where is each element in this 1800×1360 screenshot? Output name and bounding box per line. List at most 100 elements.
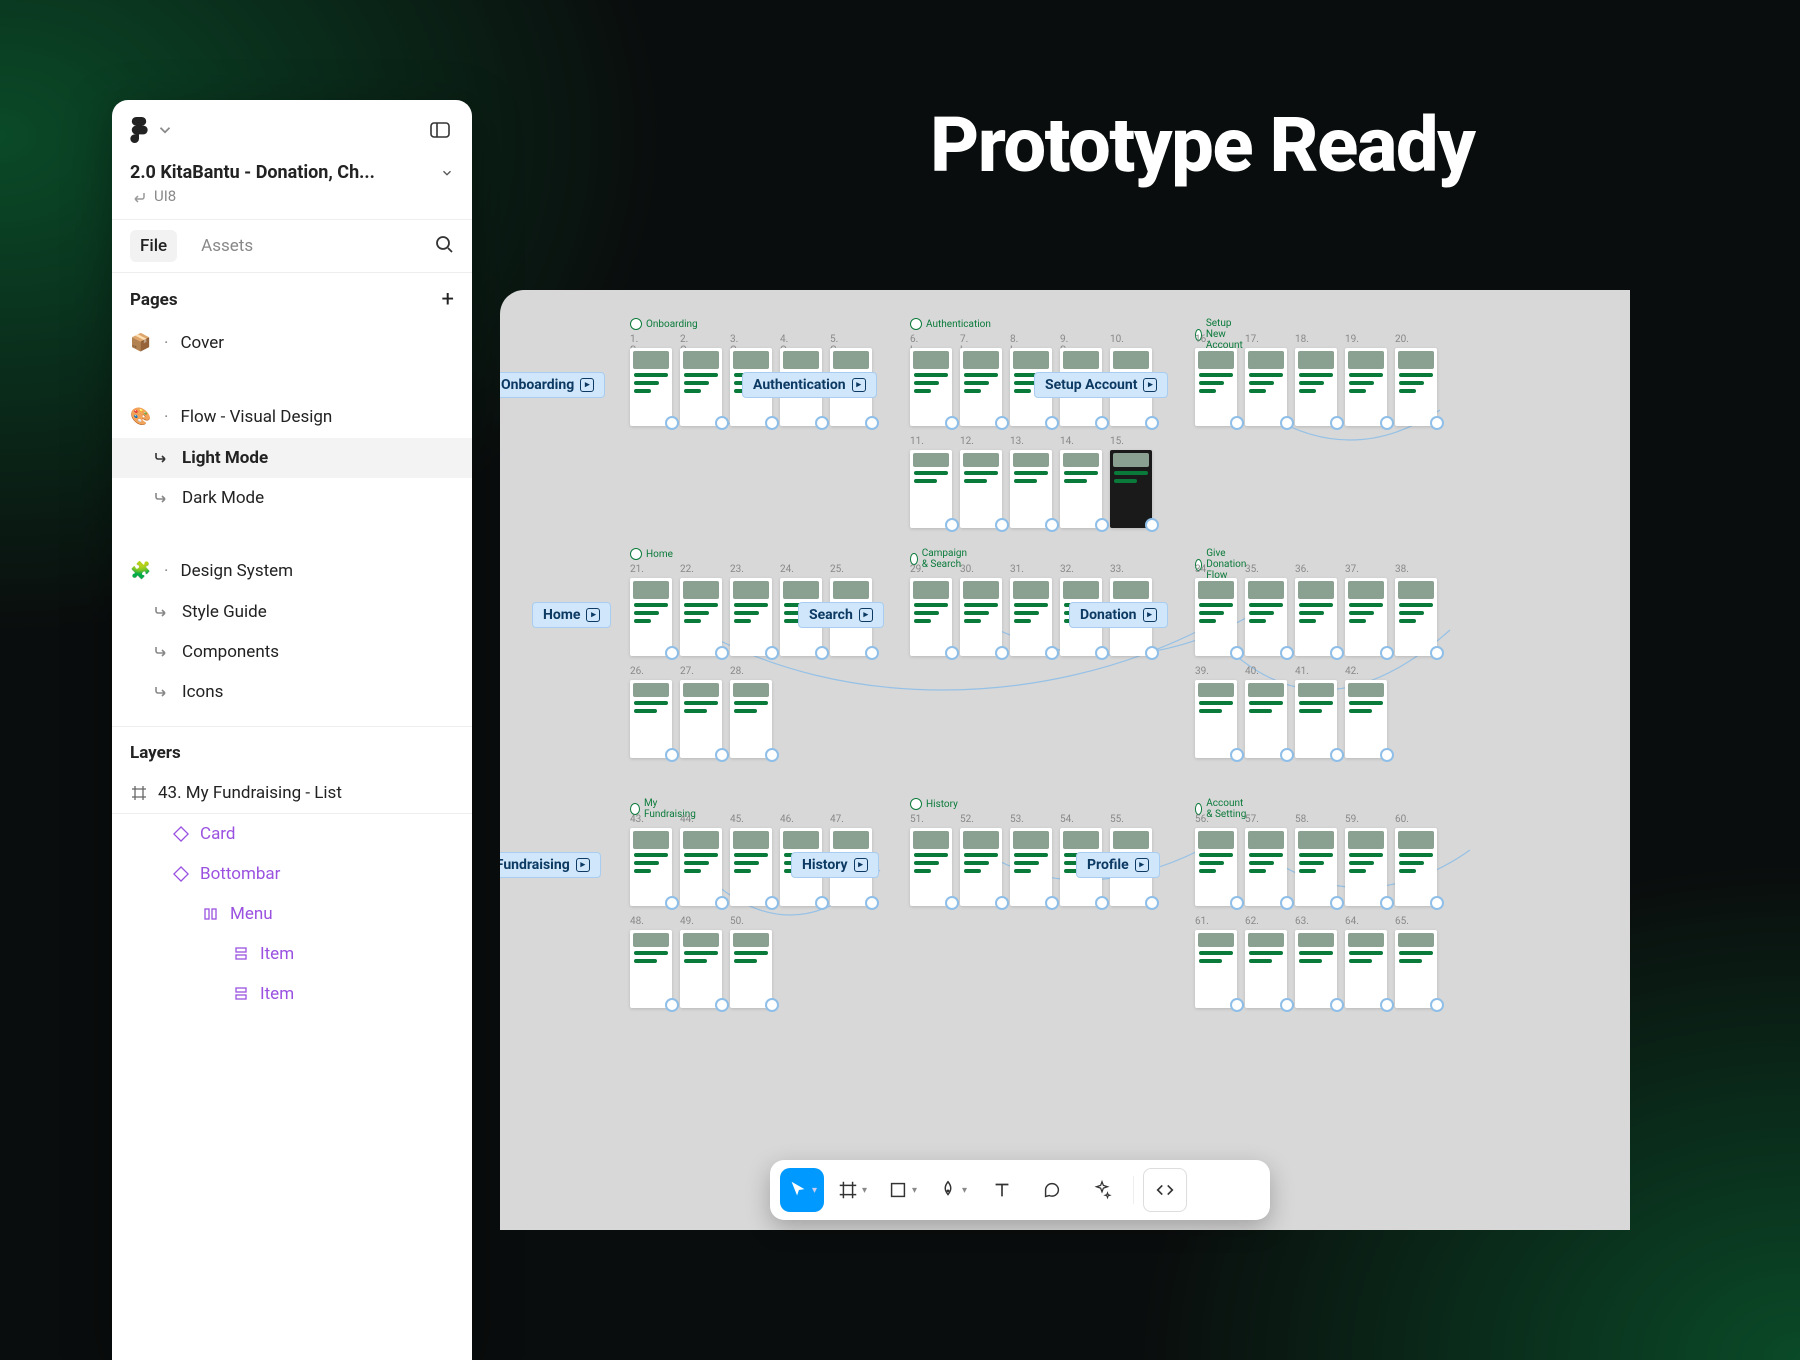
prototype-connector[interactable] bbox=[765, 416, 779, 430]
screen-thumbnail[interactable] bbox=[630, 348, 672, 426]
screen-thumbnail[interactable] bbox=[1295, 578, 1337, 656]
tool-pen[interactable]: ▾ bbox=[930, 1168, 974, 1212]
tool-move[interactable]: ▾ bbox=[780, 1168, 824, 1212]
prototype-connector[interactable] bbox=[1145, 518, 1159, 532]
tool-frame[interactable]: ▾ bbox=[830, 1168, 874, 1212]
screen-thumbnail[interactable] bbox=[630, 828, 672, 906]
tool-actions[interactable] bbox=[1080, 1168, 1124, 1212]
prototype-connector[interactable] bbox=[765, 748, 779, 762]
screen-thumbnail[interactable] bbox=[730, 930, 772, 1008]
prototype-connector[interactable] bbox=[1430, 998, 1444, 1012]
screen-thumbnail[interactable] bbox=[1195, 930, 1237, 1008]
screen-thumbnail[interactable] bbox=[630, 578, 672, 656]
screen-thumbnail[interactable] bbox=[1345, 348, 1387, 426]
tab-assets[interactable]: Assets bbox=[191, 230, 263, 262]
prototype-connector[interactable] bbox=[1045, 896, 1059, 910]
prototype-connector[interactable] bbox=[1045, 646, 1059, 660]
prototype-connector[interactable] bbox=[1230, 748, 1244, 762]
screen-thumbnail[interactable] bbox=[1345, 828, 1387, 906]
prototype-connector[interactable] bbox=[1280, 646, 1294, 660]
prototype-connector[interactable] bbox=[865, 646, 879, 660]
prototype-connector[interactable] bbox=[815, 896, 829, 910]
layer-menu[interactable]: Menu bbox=[112, 894, 472, 934]
screen-thumbnail[interactable] bbox=[1395, 578, 1437, 656]
page-style-guide[interactable]: Style Guide bbox=[112, 592, 472, 632]
page-cover[interactable]: 📦 · Cover bbox=[112, 322, 472, 364]
layer-frame[interactable]: 43. My Fundraising - List bbox=[112, 773, 472, 813]
page-components[interactable]: Components bbox=[112, 632, 472, 672]
prototype-connector[interactable] bbox=[995, 416, 1009, 430]
screen-thumbnail[interactable] bbox=[730, 828, 772, 906]
screen-thumbnail[interactable] bbox=[960, 450, 1002, 528]
layer-item-2[interactable]: Item bbox=[112, 974, 472, 1014]
screen-thumbnail[interactable] bbox=[1195, 348, 1237, 426]
prototype-connector[interactable] bbox=[715, 896, 729, 910]
screen-thumbnail[interactable] bbox=[960, 348, 1002, 426]
layer-card[interactable]: Card bbox=[112, 814, 472, 854]
flow-start-label[interactable]: Authentication▸ bbox=[742, 372, 877, 398]
screen-thumbnail[interactable] bbox=[1345, 680, 1387, 758]
screen-thumbnail[interactable] bbox=[1345, 578, 1387, 656]
screen-thumbnail[interactable] bbox=[680, 348, 722, 426]
screen-thumbnail[interactable] bbox=[1295, 348, 1337, 426]
tool-shape[interactable]: ▾ bbox=[880, 1168, 924, 1212]
prototype-connector[interactable] bbox=[665, 896, 679, 910]
prototype-connector[interactable] bbox=[815, 646, 829, 660]
prototype-connector[interactable] bbox=[945, 518, 959, 532]
flow-start-label[interactable]: Onboarding▸ bbox=[500, 372, 605, 398]
prototype-connector[interactable] bbox=[1095, 896, 1109, 910]
sidebar-toggle-button[interactable] bbox=[426, 116, 454, 144]
prototype-connector[interactable] bbox=[715, 416, 729, 430]
screen-thumbnail[interactable] bbox=[1245, 578, 1287, 656]
prototype-connector[interactable] bbox=[1380, 748, 1394, 762]
add-page-button[interactable]: + bbox=[442, 287, 454, 312]
screen-thumbnail[interactable] bbox=[680, 680, 722, 758]
prototype-connector[interactable] bbox=[1145, 646, 1159, 660]
screen-thumbnail[interactable] bbox=[1245, 680, 1287, 758]
screen-thumbnail[interactable] bbox=[1395, 930, 1437, 1008]
prototype-connector[interactable] bbox=[665, 646, 679, 660]
prototype-connector[interactable] bbox=[1095, 518, 1109, 532]
page-design-system[interactable]: 🧩 · Design System bbox=[112, 550, 472, 592]
screen-thumbnail[interactable] bbox=[1395, 348, 1437, 426]
screen-thumbnail[interactable] bbox=[1295, 930, 1337, 1008]
prototype-connector[interactable] bbox=[945, 646, 959, 660]
prototype-connector[interactable] bbox=[1230, 998, 1244, 1012]
flow-start-label[interactable]: Donation▸ bbox=[1069, 602, 1168, 628]
prototype-connector[interactable] bbox=[945, 416, 959, 430]
screen-thumbnail[interactable] bbox=[630, 680, 672, 758]
prototype-connector[interactable] bbox=[1380, 416, 1394, 430]
screen-thumbnail[interactable] bbox=[1010, 578, 1052, 656]
screen-thumbnail[interactable] bbox=[730, 578, 772, 656]
prototype-connector[interactable] bbox=[995, 518, 1009, 532]
screen-thumbnail[interactable] bbox=[1245, 930, 1287, 1008]
prototype-connector[interactable] bbox=[1045, 416, 1059, 430]
page-flow-visual-design[interactable]: 🎨 · Flow - Visual Design bbox=[112, 396, 472, 438]
screen-thumbnail[interactable] bbox=[1195, 680, 1237, 758]
prototype-connector[interactable] bbox=[1095, 416, 1109, 430]
screen-thumbnail[interactable] bbox=[1010, 828, 1052, 906]
prototype-connector[interactable] bbox=[1045, 518, 1059, 532]
prototype-connector[interactable] bbox=[1330, 896, 1344, 910]
prototype-connector[interactable] bbox=[1430, 646, 1444, 660]
screen-thumbnail[interactable] bbox=[630, 930, 672, 1008]
prototype-connector[interactable] bbox=[1380, 896, 1394, 910]
screen-thumbnail[interactable] bbox=[1345, 930, 1387, 1008]
prototype-connector[interactable] bbox=[715, 646, 729, 660]
screen-thumbnail[interactable] bbox=[680, 828, 722, 906]
screen-thumbnail[interactable] bbox=[1245, 348, 1287, 426]
prototype-connector[interactable] bbox=[1230, 646, 1244, 660]
prototype-connector[interactable] bbox=[1145, 896, 1159, 910]
prototype-connector[interactable] bbox=[665, 748, 679, 762]
prototype-connector[interactable] bbox=[1280, 748, 1294, 762]
screen-thumbnail[interactable] bbox=[960, 578, 1002, 656]
screen-thumbnail[interactable] bbox=[960, 828, 1002, 906]
prototype-connector[interactable] bbox=[1430, 896, 1444, 910]
figma-logo[interactable] bbox=[130, 117, 174, 143]
figma-canvas[interactable]: OnboardingOnboarding▸1. S...2. O...3. O.… bbox=[500, 290, 1630, 1230]
screen-thumbnail[interactable] bbox=[1195, 578, 1237, 656]
flow-start-label[interactable]: History▸ bbox=[791, 852, 879, 878]
screen-thumbnail[interactable] bbox=[1295, 828, 1337, 906]
tool-text[interactable] bbox=[980, 1168, 1024, 1212]
file-team-row[interactable]: UI8 bbox=[112, 185, 472, 219]
